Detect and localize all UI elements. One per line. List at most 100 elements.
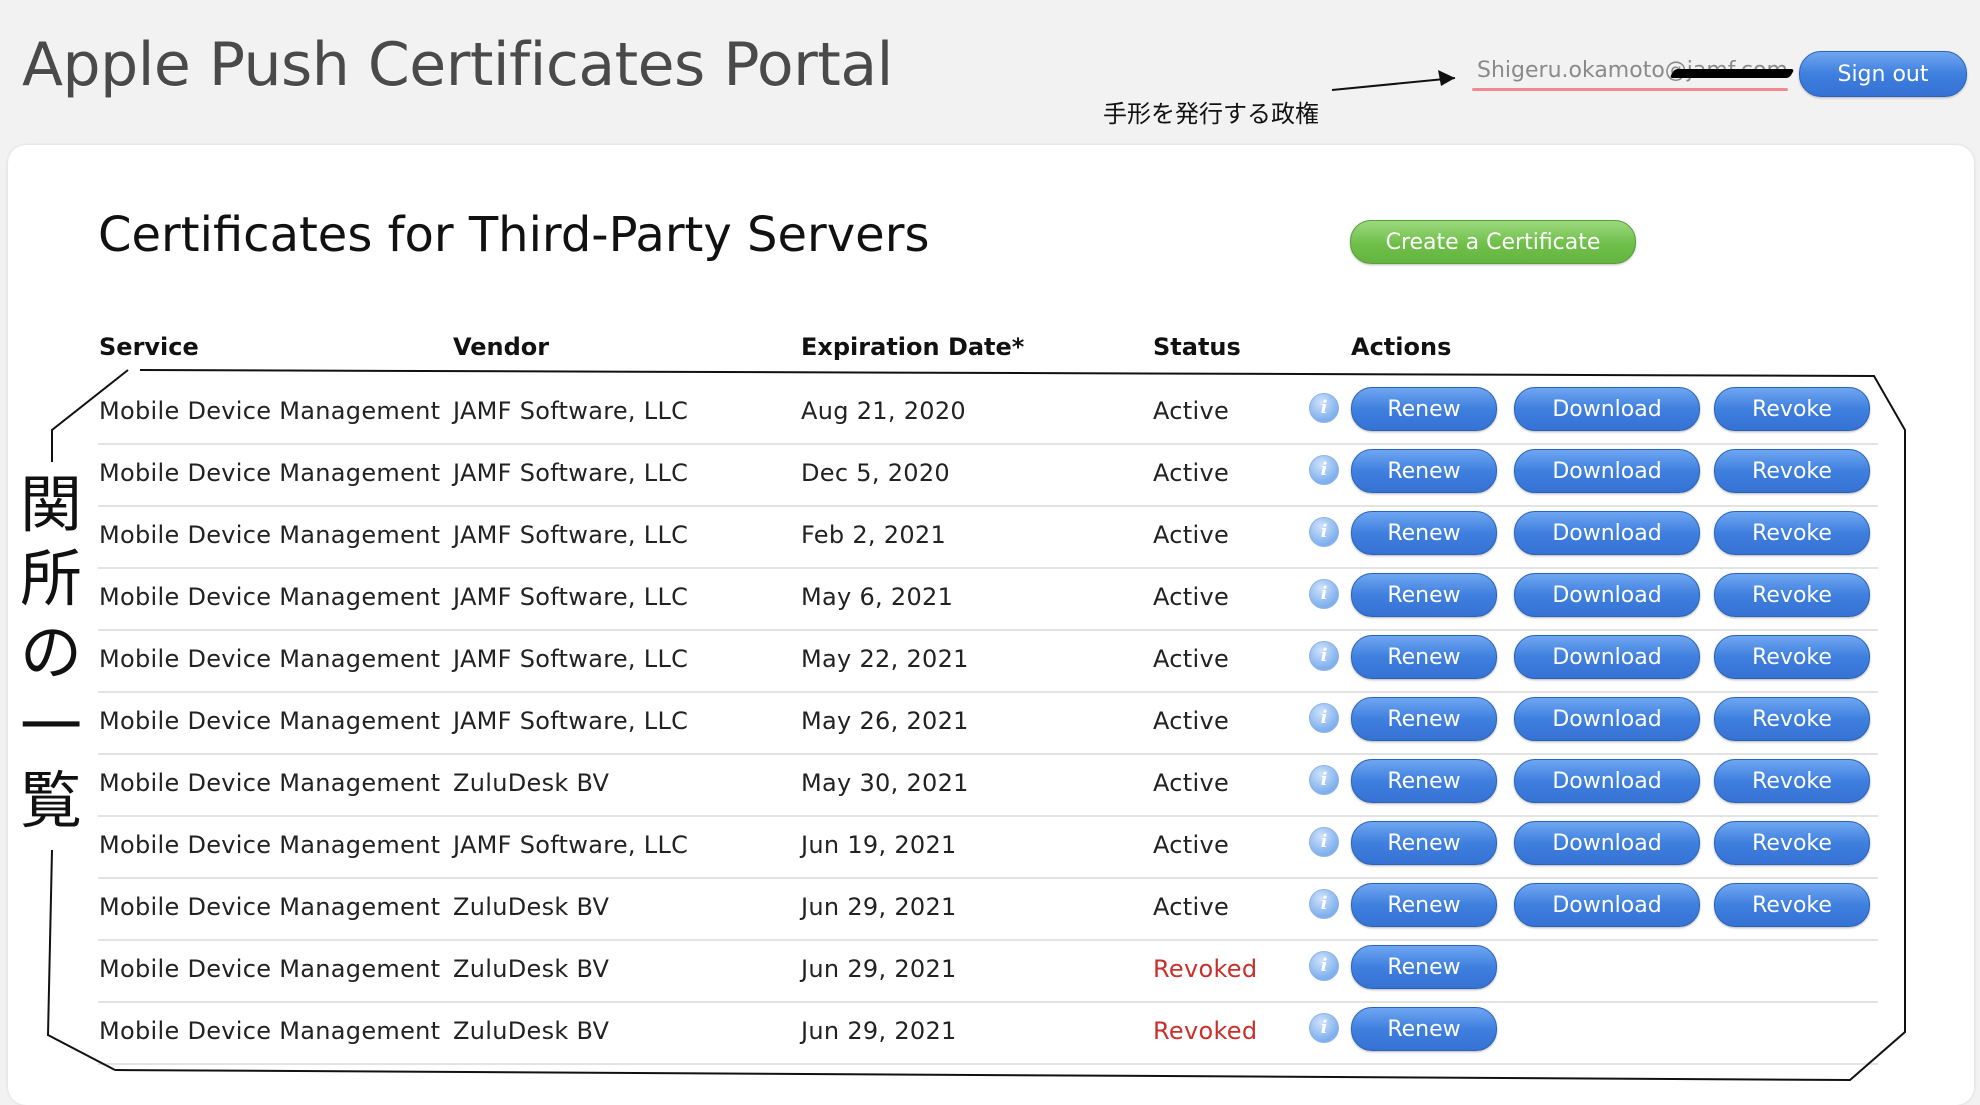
info-icon[interactable]: i: [1309, 641, 1339, 671]
expiration-cell: Jun 29, 2021: [801, 893, 957, 921]
table-row: Mobile Device Management JAMF Software, L…: [98, 815, 1878, 879]
table-row: Mobile Device Management JAMF Software, L…: [98, 691, 1878, 755]
service-cell: Mobile Device Management: [99, 769, 441, 797]
table-row: Mobile Device Management ZuluDesk BV Jun 2…: [98, 939, 1878, 1003]
status-cell: Revoked: [1153, 955, 1258, 983]
annotation-char: 関: [19, 468, 82, 541]
column-header-expiration: Expiration Date*: [801, 333, 1025, 361]
revoke-button[interactable]: Revoke: [1714, 759, 1870, 803]
info-icon[interactable]: i: [1309, 455, 1339, 485]
annotation-char: の: [19, 616, 82, 689]
expiration-cell: Jun 29, 2021: [801, 955, 957, 983]
expiration-cell: May 26, 2021: [801, 707, 969, 735]
download-button[interactable]: Download: [1514, 573, 1700, 617]
table-row: Mobile Device Management ZuluDesk BV Jun 2…: [98, 877, 1878, 941]
renew-button[interactable]: Renew: [1351, 387, 1497, 431]
download-button[interactable]: Download: [1514, 759, 1700, 803]
annotation-char: 覧: [19, 764, 82, 837]
expiration-cell: Jun 29, 2021: [801, 1017, 957, 1045]
download-button[interactable]: Download: [1514, 697, 1700, 741]
download-button[interactable]: Download: [1514, 387, 1700, 431]
vendor-cell: ZuluDesk BV: [453, 893, 610, 921]
revoke-button[interactable]: Revoke: [1714, 883, 1870, 927]
revoke-button[interactable]: Revoke: [1714, 635, 1870, 679]
vendor-cell: ZuluDesk BV: [453, 1017, 610, 1045]
vendor-cell: JAMF Software, LLC: [453, 645, 689, 673]
download-button[interactable]: Download: [1514, 511, 1700, 555]
renew-button[interactable]: Renew: [1351, 821, 1497, 865]
portal-title: Apple Push Certificates Portal: [22, 30, 893, 100]
table-row: Mobile Device Management JAMF Software, L…: [98, 505, 1878, 569]
vendor-cell: ZuluDesk BV: [453, 955, 610, 983]
revoke-button[interactable]: Revoke: [1714, 387, 1870, 431]
expiration-cell: May 22, 2021: [801, 645, 969, 673]
status-cell: Active: [1153, 893, 1230, 921]
service-cell: Mobile Device Management: [99, 397, 441, 425]
annotation-list-note: 関 所 の 一 覧: [18, 468, 84, 838]
vendor-cell: JAMF Software, LLC: [453, 521, 689, 549]
column-header-vendor: Vendor: [453, 333, 550, 361]
service-cell: Mobile Device Management: [99, 645, 441, 673]
info-icon[interactable]: i: [1309, 1013, 1339, 1043]
table-row: Mobile Device Management ZuluDesk BV Jun 2…: [98, 1001, 1878, 1065]
service-cell: Mobile Device Management: [99, 893, 441, 921]
renew-button[interactable]: Renew: [1351, 635, 1497, 679]
download-button[interactable]: Download: [1514, 883, 1700, 927]
info-icon[interactable]: i: [1309, 827, 1339, 857]
expiration-cell: Aug 21, 2020: [801, 397, 966, 425]
revoke-button[interactable]: Revoke: [1714, 697, 1870, 741]
revoke-button[interactable]: Revoke: [1714, 449, 1870, 493]
status-cell: Active: [1153, 769, 1230, 797]
download-button[interactable]: Download: [1514, 821, 1700, 865]
renew-button[interactable]: Renew: [1351, 945, 1497, 989]
annotation-issuer-note: 手形を発行する政権: [1103, 100, 1319, 128]
info-icon[interactable]: i: [1309, 951, 1339, 981]
table-row: Mobile Device Management JAMF Software, L…: [98, 567, 1878, 631]
status-cell: Active: [1153, 645, 1230, 673]
revoke-button[interactable]: Revoke: [1714, 511, 1870, 555]
status-cell: Active: [1153, 521, 1230, 549]
status-cell: Active: [1153, 459, 1230, 487]
renew-button[interactable]: Renew: [1351, 1007, 1497, 1051]
expiration-cell: Jun 19, 2021: [801, 831, 957, 859]
info-icon[interactable]: i: [1309, 579, 1339, 609]
download-button[interactable]: Download: [1514, 449, 1700, 493]
renew-button[interactable]: Renew: [1351, 449, 1497, 493]
info-icon[interactable]: i: [1309, 393, 1339, 423]
page-title: Certificates for Third-Party Servers: [98, 207, 930, 263]
status-cell: Active: [1153, 831, 1230, 859]
status-cell: Active: [1153, 397, 1230, 425]
expiration-cell: May 30, 2021: [801, 769, 969, 797]
status-cell: Active: [1153, 583, 1230, 611]
info-icon[interactable]: i: [1309, 765, 1339, 795]
service-cell: Mobile Device Management: [99, 831, 441, 859]
revoke-button[interactable]: Revoke: [1714, 821, 1870, 865]
renew-button[interactable]: Renew: [1351, 697, 1497, 741]
expiration-cell: Feb 2, 2021: [801, 521, 947, 549]
renew-button[interactable]: Renew: [1351, 759, 1497, 803]
sign-out-button[interactable]: Sign out: [1799, 51, 1967, 97]
info-icon[interactable]: i: [1309, 517, 1339, 547]
download-button[interactable]: Download: [1514, 635, 1700, 679]
vendor-cell: JAMF Software, LLC: [453, 707, 689, 735]
service-cell: Mobile Device Management: [99, 955, 441, 983]
renew-button[interactable]: Renew: [1351, 573, 1497, 617]
annotation-char: 所: [19, 542, 82, 615]
vendor-cell: JAMF Software, LLC: [453, 583, 689, 611]
revoke-button[interactable]: Revoke: [1714, 573, 1870, 617]
create-certificate-button[interactable]: Create a Certificate: [1350, 220, 1636, 264]
info-icon[interactable]: i: [1309, 703, 1339, 733]
renew-button[interactable]: Renew: [1351, 883, 1497, 927]
info-icon[interactable]: i: [1309, 889, 1339, 919]
status-cell: Revoked: [1153, 1017, 1258, 1045]
annotation-char: 一: [19, 690, 82, 763]
annotation-arrow-line: [1331, 77, 1456, 91]
expiration-cell: Dec 5, 2020: [801, 459, 950, 487]
email-annotation-underline: [1472, 88, 1788, 91]
vendor-cell: JAMF Software, LLC: [453, 397, 689, 425]
column-header-service: Service: [99, 333, 199, 361]
service-cell: Mobile Device Management: [99, 583, 441, 611]
vendor-cell: JAMF Software, LLC: [453, 831, 689, 859]
renew-button[interactable]: Renew: [1351, 511, 1497, 555]
column-header-status: Status: [1153, 333, 1241, 361]
